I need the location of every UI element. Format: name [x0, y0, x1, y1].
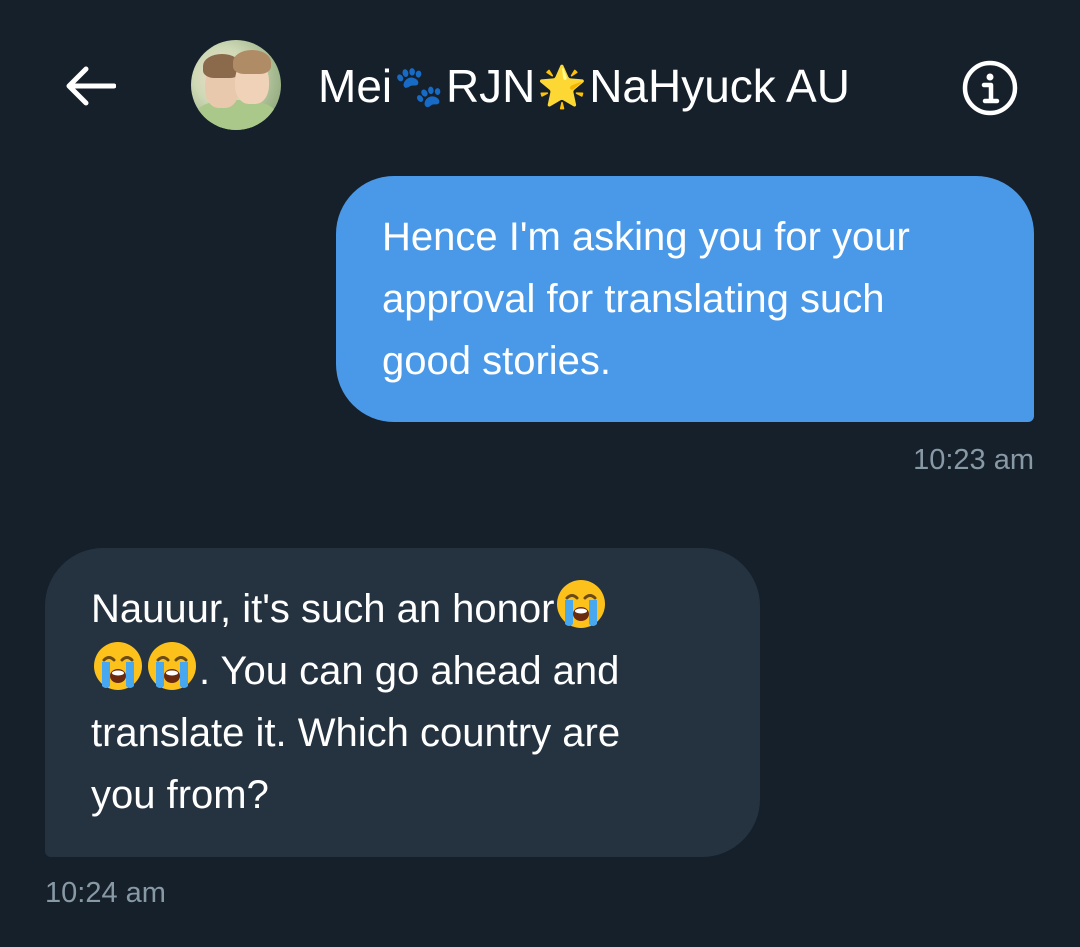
message-timestamp: 10:24 am [45, 877, 166, 909]
dm-conversation-screen: Mei 🐾 RJN 🌟 NaHyuck AU Hence I'm asking … [0, 0, 1080, 947]
back-button[interactable] [62, 60, 118, 112]
message-text-line: you from? [91, 773, 269, 817]
title-text-rjn: RJN [445, 60, 536, 112]
avatar[interactable] [191, 40, 281, 130]
sent-message-bubble[interactable]: Hence I'm asking you for your approval f… [336, 176, 1034, 422]
message-text-line: Hence I'm asking you for your [382, 215, 910, 259]
info-button[interactable] [960, 58, 1020, 118]
paw-prints-emoji: 🐾 [394, 63, 444, 110]
loudly-crying-face-emoji [557, 580, 606, 628]
message-text-line: translate it. Which country are [91, 711, 621, 755]
loudly-crying-face-emoji [148, 642, 196, 690]
title-text-name: Mei [318, 60, 393, 112]
conversation-header: Mei 🐾 RJN 🌟 NaHyuck AU [0, 0, 1080, 170]
message-text-line: good stories. [382, 339, 612, 383]
info-circle-icon [962, 60, 1018, 116]
message-text-line: approval for translating such [382, 277, 885, 321]
message-timestamp: 10:23 am [913, 444, 1034, 476]
arrow-left-icon [66, 66, 116, 106]
conversation-title[interactable]: Mei 🐾 RJN 🌟 NaHyuck AU [318, 58, 850, 114]
title-text-au: NaHyuck AU [589, 60, 850, 112]
loudly-crying-face-emoji [94, 642, 142, 690]
message-text-line: Nauuur, it's such an honor [91, 578, 720, 640]
glowing-star-emoji: 🌟 [537, 63, 588, 110]
message-text-line: . You can go ahead and [91, 640, 720, 702]
received-message-bubble[interactable]: Nauuur, it's such an honor . You can go … [45, 548, 760, 857]
